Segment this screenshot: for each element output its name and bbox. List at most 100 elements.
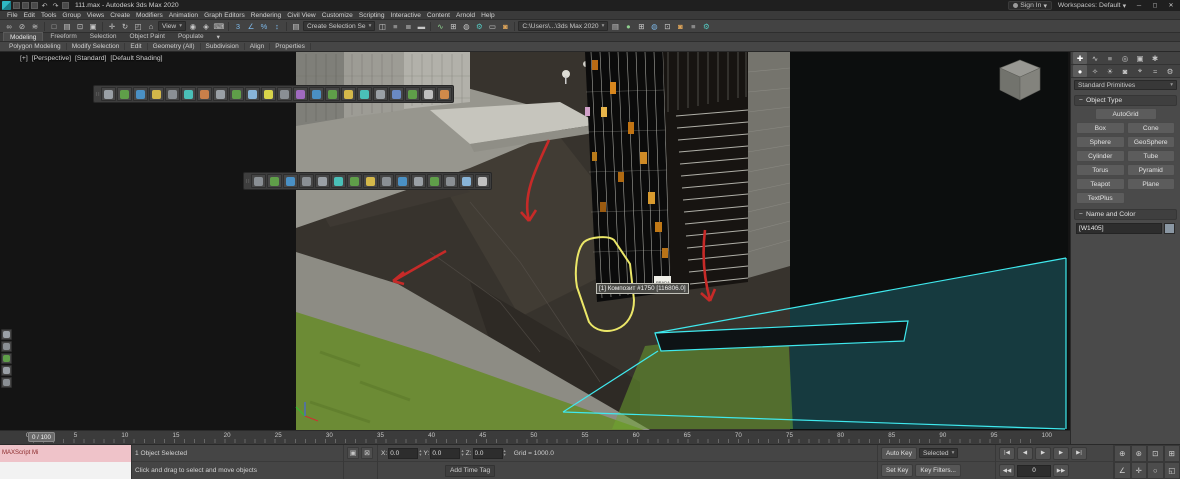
pan-view-icon[interactable]: ✛ xyxy=(1130,462,1147,479)
selection-set-combo[interactable]: Create Selection Se ▾ xyxy=(302,21,376,31)
docked-side-toolbar[interactable] xyxy=(1,329,12,388)
viewport-general-menu[interactable]: [+] xyxy=(20,55,28,62)
snaps-toggle-icon[interactable]: 3 xyxy=(232,21,244,32)
floating-toolbar-icon[interactable] xyxy=(299,174,314,188)
perspective-viewport[interactable]: PRADA xyxy=(0,52,1070,430)
menu-content[interactable]: Content xyxy=(424,12,453,19)
curve-editor-icon[interactable]: ∿ xyxy=(434,21,446,32)
next-key-button[interactable]: ▶▶ xyxy=(1053,464,1069,477)
toolbar-extra-icon[interactable]: ⚙ xyxy=(700,21,712,32)
docked-toolbar-icon[interactable] xyxy=(1,341,12,352)
create-textplus-button[interactable]: TextPlus xyxy=(1076,192,1125,204)
maximize-viewport-toggle-icon[interactable]: ◱ xyxy=(1163,462,1180,479)
section-properties[interactable]: Properties xyxy=(270,43,311,50)
key-mode-dropdown[interactable]: Selected ▾ xyxy=(918,448,959,458)
floating-toolbar-icon[interactable] xyxy=(437,87,452,101)
motion-tab-icon[interactable]: ◎ xyxy=(1118,52,1132,64)
auto-key-button[interactable]: Auto Key xyxy=(881,446,917,460)
floating-toolbar-icon[interactable] xyxy=(379,174,394,188)
mini-listener-field[interactable] xyxy=(0,462,131,479)
create-teapot-button[interactable]: Teapot xyxy=(1076,178,1125,190)
key-filters-button[interactable]: Key Filters... xyxy=(915,464,961,477)
align-icon[interactable]: ≡ xyxy=(389,21,401,32)
bind-to-space-warp-icon[interactable]: ≋ xyxy=(29,21,41,32)
next-frame-button[interactable]: ▶ xyxy=(1053,446,1069,460)
floating-toolbar-middle[interactable]: ∷ xyxy=(243,172,492,190)
tab-modeling[interactable]: Modeling xyxy=(3,32,44,41)
maximize-button[interactable]: ◻ xyxy=(1148,1,1162,11)
menu-customize[interactable]: Customize xyxy=(319,12,356,19)
spinner-snap-icon[interactable]: ↕ xyxy=(271,21,283,32)
use-pivot-center-icon[interactable]: ◉ xyxy=(187,21,199,32)
create-cylinder-button[interactable]: Cylinder xyxy=(1076,150,1125,162)
floating-toolbar-icon[interactable] xyxy=(101,87,116,101)
toolbar-extra-icon[interactable]: ⊞ xyxy=(635,21,647,32)
display-tab-icon[interactable]: ▣ xyxy=(1133,52,1147,64)
create-sphere-button[interactable]: Sphere xyxy=(1076,136,1125,148)
workspaces-dropdown[interactable]: Workspaces: Default ▾ xyxy=(1058,2,1126,10)
section-polygon-modeling[interactable]: Polygon Modeling xyxy=(4,43,67,50)
section-edit[interactable]: Edit xyxy=(125,43,148,50)
menu-group[interactable]: Group xyxy=(59,12,83,19)
rectangular-selection-region-icon[interactable]: ⊡ xyxy=(74,21,86,32)
floating-toolbar-icon[interactable] xyxy=(331,174,346,188)
spinner-down-icon[interactable]: ▾ xyxy=(419,452,421,457)
toolbar-extra-icon[interactable]: ⊡ xyxy=(661,21,673,32)
menu-create[interactable]: Create xyxy=(107,12,133,19)
floating-toolbar-icon[interactable] xyxy=(405,87,420,101)
floating-toolbar-icon[interactable] xyxy=(325,87,340,101)
spinner-down-icon[interactable]: ▾ xyxy=(504,452,506,457)
floating-toolbar-icon[interactable] xyxy=(421,87,436,101)
autogrid-button[interactable]: AutoGrid xyxy=(1094,108,1157,120)
object-name-field[interactable] xyxy=(1076,223,1162,234)
floating-toolbar-icon[interactable] xyxy=(197,87,212,101)
floating-toolbar-icon[interactable] xyxy=(245,87,260,101)
undo-icon[interactable]: ↶ xyxy=(40,1,49,10)
x-input[interactable] xyxy=(388,447,419,459)
tab-object-paint[interactable]: Object Paint xyxy=(124,32,171,41)
redo-icon[interactable]: ↷ xyxy=(51,1,60,10)
floating-toolbar-icon[interactable] xyxy=(149,87,164,101)
toolbar-extra-icon[interactable]: ◍ xyxy=(648,21,660,32)
cameras-category-icon[interactable]: ◙ xyxy=(1118,65,1132,77)
object-type-rollout[interactable]: − Object Type xyxy=(1074,95,1177,106)
isolate-selection-toggle-icon[interactable]: ▣ xyxy=(347,447,359,459)
spinner-down-icon[interactable]: ▾ xyxy=(461,452,463,457)
material-editor-icon[interactable]: ◍ xyxy=(460,21,472,32)
menu-scripting[interactable]: Scripting xyxy=(356,12,388,19)
minimize-button[interactable]: ─ xyxy=(1132,1,1146,11)
floating-toolbar-icon[interactable] xyxy=(315,174,330,188)
goto-end-button[interactable]: ▶| xyxy=(1071,446,1087,460)
docked-toolbar-icon[interactable] xyxy=(1,329,12,340)
viewport-shading-menu[interactable]: [Default Shading] xyxy=(110,55,162,62)
select-object-icon[interactable]: □ xyxy=(48,21,60,32)
toolbar-extra-icon[interactable]: ◙ xyxy=(674,21,686,32)
create-geosphere-button[interactable]: GeoSphere xyxy=(1126,136,1175,148)
ribbon-toggle-icon[interactable]: ▬ xyxy=(415,21,427,32)
floating-toolbar-icon[interactable] xyxy=(347,174,362,188)
select-and-rotate-icon[interactable]: ↻ xyxy=(119,21,131,32)
floating-toolbar-icon[interactable] xyxy=(389,87,404,101)
reference-coordinate-dropdown[interactable]: View ▾ xyxy=(158,21,186,31)
menu-rendering[interactable]: Rendering xyxy=(248,12,284,19)
floating-toolbar-icon[interactable] xyxy=(213,87,228,101)
select-by-name-icon[interactable]: ▤ xyxy=(61,21,73,32)
tab-freeform[interactable]: Freeform xyxy=(44,32,82,41)
space-warps-category-icon[interactable]: ≈ xyxy=(1148,65,1162,77)
toolbar-extra-icon[interactable]: ▤ xyxy=(609,21,621,32)
layer-explorer-icon[interactable]: ≣ xyxy=(402,21,414,32)
zoom-icon[interactable]: ⊕ xyxy=(1114,445,1131,462)
zoom-all-icon[interactable]: ⊛ xyxy=(1130,445,1147,462)
floating-toolbar-icon[interactable] xyxy=(181,87,196,101)
floating-toolbar-icon[interactable] xyxy=(283,174,298,188)
utilities-tab-icon[interactable]: ✱ xyxy=(1148,52,1162,64)
create-tube-button[interactable]: Tube xyxy=(1126,150,1175,162)
menu-graph-editors[interactable]: Graph Editors xyxy=(201,12,248,19)
modify-tab-icon[interactable]: ∿ xyxy=(1088,52,1102,64)
zoom-extents-icon[interactable]: ⊡ xyxy=(1147,445,1164,462)
menu-interactive[interactable]: Interactive xyxy=(388,12,424,19)
select-and-move-icon[interactable]: ✛ xyxy=(106,21,118,32)
time-slider[interactable]: 0 / 100 xyxy=(28,432,55,442)
field-of-view-icon[interactable]: ∠ xyxy=(1114,462,1131,479)
floating-toolbar-icon[interactable] xyxy=(373,87,388,101)
